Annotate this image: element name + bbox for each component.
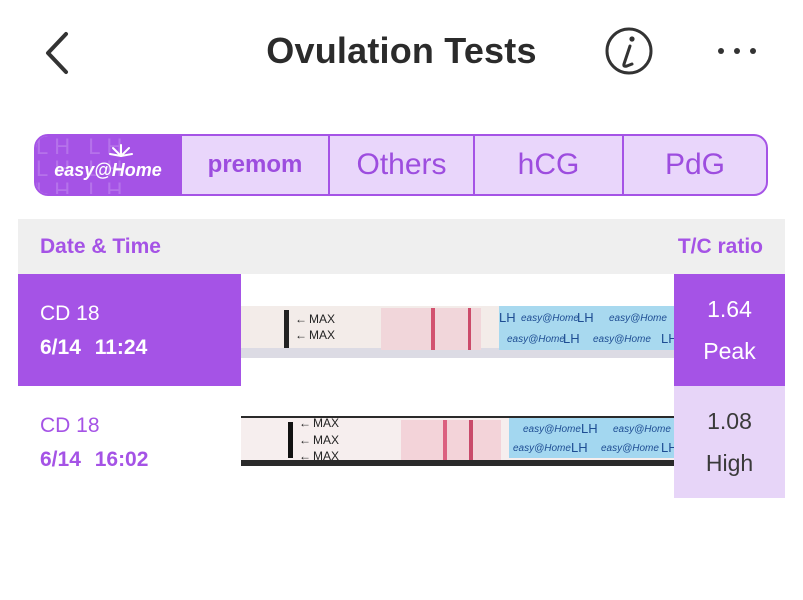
test-row[interactable]: CD 18 6/14 16:02 ← MAX ← MAX ← MAX easy@… <box>18 386 785 498</box>
fertility-level: High <box>705 450 754 476</box>
table-header: Date & Time T/C ratio <box>18 219 785 274</box>
lh-label: LH <box>577 310 594 325</box>
column-date-time: Date & Time <box>40 235 161 258</box>
strip-brand: easy@Home <box>609 313 667 324</box>
ratio-cell: 1.08 High <box>674 386 785 498</box>
tab-pdg[interactable]: PdG <box>624 136 766 194</box>
info-icon[interactable] <box>604 26 654 76</box>
max-label: MAX <box>313 449 339 463</box>
tab-label: PdG <box>664 148 726 181</box>
strip-brand: easy@Home <box>613 424 671 435</box>
more-horizontal-icon[interactable] <box>712 36 762 66</box>
svg-text:←: ← <box>299 433 311 447</box>
sun-logo-icon <box>109 144 133 157</box>
control-line <box>469 420 473 460</box>
cycle-day: CD 18 <box>40 414 100 437</box>
svg-text:←: ← <box>299 449 311 463</box>
strip-brand: easy@Home <box>593 334 651 345</box>
svg-text:←: ← <box>295 328 307 342</box>
strip-brand: easy@Home <box>521 313 579 324</box>
strip-brand: easy@Home <box>507 334 565 345</box>
app-header: Ovulation Tests <box>0 0 803 110</box>
brand-tabs: LH LH LH LH LH LH LH LH LH LH LH LH LH L… <box>34 134 768 196</box>
max-label: MAX <box>309 328 335 342</box>
test-row[interactable]: CD 18 6/14 11:24 ← MAX ← MAX LH easy@Hom… <box>18 274 785 386</box>
fertility-level: Peak <box>703 338 756 364</box>
date-cell: CD 18 6/14 16:02 <box>18 386 241 498</box>
test-line <box>431 308 435 350</box>
column-tc-ratio: T/C ratio <box>677 235 763 258</box>
lh-label: LH <box>563 331 580 346</box>
max-label: MAX <box>309 312 335 326</box>
tab-hcg[interactable]: hCG <box>475 136 624 194</box>
test-strip-image: ← MAX ← MAX LH easy@Home LH easy@Home ea… <box>241 300 674 362</box>
test-datetime: 6/14 16:02 <box>40 448 149 471</box>
tab-label: hCG <box>517 148 580 181</box>
svg-text:←: ← <box>295 312 307 326</box>
lh-label: LH <box>499 310 516 325</box>
max-label: MAX <box>313 433 339 447</box>
tab-label: premom <box>207 151 303 178</box>
tc-ratio-value: 1.08 <box>707 408 752 434</box>
lh-label: LH <box>661 331 674 346</box>
tab-label: Others <box>356 148 447 181</box>
lh-label: LH <box>571 440 588 455</box>
strip-brand: easy@Home <box>513 443 571 454</box>
test-line <box>443 420 447 460</box>
date-cell: CD 18 6/14 11:24 <box>18 274 241 386</box>
cycle-day: CD 18 <box>40 302 100 325</box>
ratio-cell: 1.64 Peak <box>674 274 785 386</box>
lh-label: LH <box>661 440 674 455</box>
lh-label: LH <box>581 421 598 436</box>
svg-text:←: ← <box>299 416 311 430</box>
strip-brand: easy@Home <box>601 443 659 454</box>
tc-ratio-value: 1.64 <box>707 296 752 322</box>
test-datetime: 6/14 11:24 <box>40 336 148 359</box>
max-label: MAX <box>313 416 339 430</box>
tab-premom[interactable]: premom <box>182 136 330 194</box>
strip-brand: easy@Home <box>523 424 581 435</box>
page-title: Ovulation Tests <box>266 30 537 71</box>
test-strip-image: ← MAX ← MAX ← MAX easy@Home LH easy@Home… <box>241 416 674 466</box>
tab-others[interactable]: Others <box>330 136 475 194</box>
control-line <box>468 308 471 350</box>
tab-easyathome[interactable]: LH LH LH LH LH LH LH LH LH LH LH LH LH L… <box>36 136 182 194</box>
